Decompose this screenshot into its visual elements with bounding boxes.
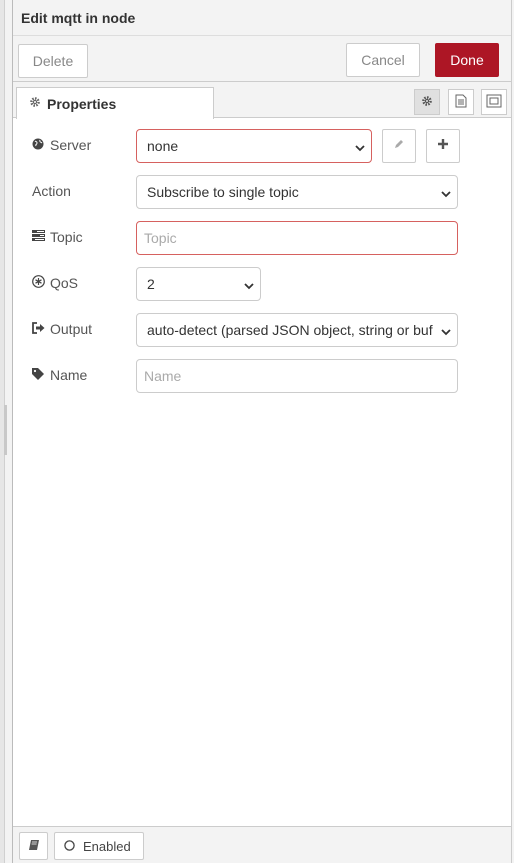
description-icon xyxy=(455,94,467,111)
action-label: Action xyxy=(32,183,71,199)
server-select[interactable]: none xyxy=(136,129,372,163)
tab-properties[interactable]: Properties xyxy=(16,87,214,119)
chevron-down-icon xyxy=(244,278,254,290)
edit-tray: Edit mqtt in node Delete Cancel Done Pro… xyxy=(12,0,512,863)
qos-label: QoS xyxy=(32,275,78,291)
book-icon xyxy=(28,839,40,854)
plus-icon xyxy=(437,137,449,155)
output-label: Output xyxy=(32,321,92,337)
circle-icon xyxy=(64,839,75,854)
add-server-button[interactable] xyxy=(426,129,460,163)
chevron-down-icon xyxy=(355,140,365,152)
tag-icon xyxy=(32,367,46,383)
enabled-label: Enabled xyxy=(83,838,131,854)
edit-server-button[interactable] xyxy=(382,129,416,163)
action-select[interactable]: Subscribe to single topic xyxy=(136,175,458,209)
topic-label: Topic xyxy=(32,229,83,245)
server-label: Server xyxy=(32,137,91,153)
qos-icon xyxy=(32,275,46,291)
tab-properties-label: Properties xyxy=(47,95,117,112)
gear-icon xyxy=(29,96,41,111)
tab-bar: Properties xyxy=(13,82,511,119)
topic-row: Topic Topic xyxy=(13,221,511,255)
tab-settings-button[interactable] xyxy=(414,89,440,115)
chevron-down-icon xyxy=(441,324,451,336)
action-row: Action Subscribe to single topic xyxy=(13,175,511,209)
node-help-button[interactable] xyxy=(19,832,48,860)
tab-description-button[interactable] xyxy=(448,89,474,115)
globe-icon xyxy=(32,138,46,153)
tray-header: Edit mqtt in node xyxy=(13,0,511,36)
tasks-icon xyxy=(32,230,46,244)
qos-select[interactable]: 2 xyxy=(136,267,261,301)
name-input[interactable]: Name xyxy=(136,359,458,393)
cancel-button[interactable]: Cancel xyxy=(346,43,420,77)
enabled-toggle[interactable]: Enabled xyxy=(54,832,144,860)
name-label: Name xyxy=(32,367,87,383)
server-row: Server none xyxy=(13,129,511,163)
topic-input[interactable]: Topic xyxy=(136,221,458,255)
tab-appearance-button[interactable] xyxy=(481,89,507,115)
appearance-icon xyxy=(486,94,502,111)
name-row: Name Name xyxy=(13,359,511,393)
qos-row: QoS 2 xyxy=(13,267,511,301)
gear-icon xyxy=(421,95,433,110)
delete-button[interactable]: Delete xyxy=(18,44,88,78)
pencil-icon xyxy=(393,137,405,155)
tray-footer: Enabled xyxy=(13,826,511,863)
workspace-edge xyxy=(0,0,7,863)
sign-out-icon xyxy=(32,321,46,337)
chevron-down-icon xyxy=(441,186,451,198)
output-select[interactable]: auto-detect (parsed JSON object, string … xyxy=(136,313,458,347)
dialog-title: Edit mqtt in node xyxy=(21,10,136,26)
done-button[interactable]: Done xyxy=(435,43,499,77)
resize-grip[interactable] xyxy=(4,405,7,455)
tray-toolbar: Delete Cancel Done xyxy=(13,36,511,82)
output-row: Output auto-detect (parsed JSON object, … xyxy=(13,313,511,347)
